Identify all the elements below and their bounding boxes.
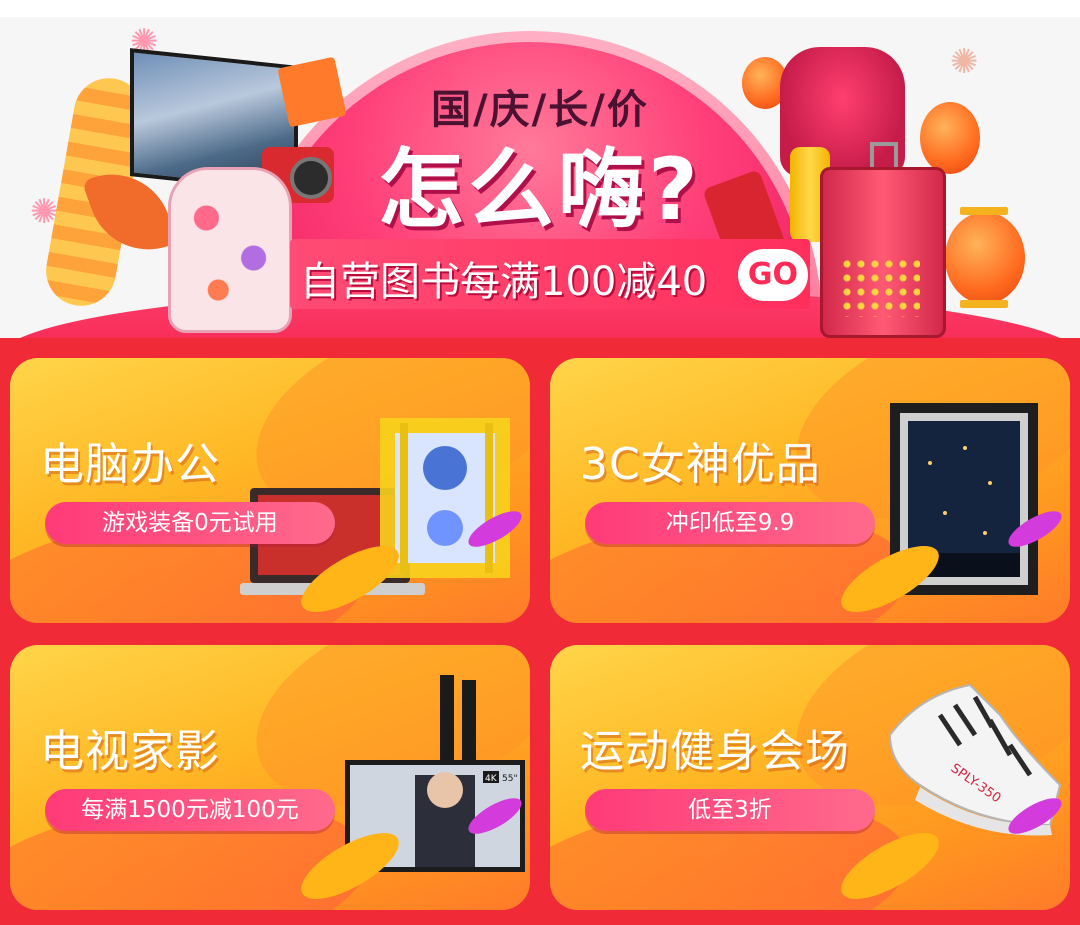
category-card-sports[interactable]: 运动健身会场 低至3折 SPLY-350 xyxy=(550,645,1070,910)
category-card-3c[interactable]: 3C女神优品 冲印低至9.9 xyxy=(550,358,1070,623)
card-promo-pill[interactable]: 每满1500元减100元 xyxy=(45,789,335,831)
tv-4k-badge: 4K xyxy=(485,774,498,784)
lantern-cap xyxy=(960,300,1008,308)
category-card-computers[interactable]: 电脑办公 游戏装备0元试用 xyxy=(10,358,530,623)
card-title: 电视家影 xyxy=(40,726,220,777)
sparkle-icon: ✺ xyxy=(950,42,979,82)
promo-text[interactable]: 自营图书每满100减40 xyxy=(300,249,707,307)
card-promo-pill[interactable]: 游戏装备0元试用 xyxy=(45,502,335,544)
top-strip xyxy=(0,0,1080,17)
go-button[interactable]: GO xyxy=(738,249,808,301)
category-card-tv[interactable]: 电视家影 每满1500元减100元 4K 55" xyxy=(10,645,530,910)
tv-size-label: 55" xyxy=(502,774,518,784)
card-promo-pill[interactable]: 低至3折 xyxy=(585,789,875,831)
suitcase-pattern xyxy=(840,257,920,317)
card-title: 运动健身会场 xyxy=(580,726,850,777)
card-promo-pill[interactable]: 冲印低至9.9 xyxy=(585,502,875,544)
banner-headline: 怎么嗨? xyxy=(378,140,702,240)
card-title: 3C女神优品 xyxy=(580,439,821,490)
card-title: 电脑办公 xyxy=(40,439,220,490)
promo-banner[interactable]: ✺ ✺ ✺ 国/庆/长/价 怎么嗨? 自营图书每满100减40 GO xyxy=(0,17,1080,357)
